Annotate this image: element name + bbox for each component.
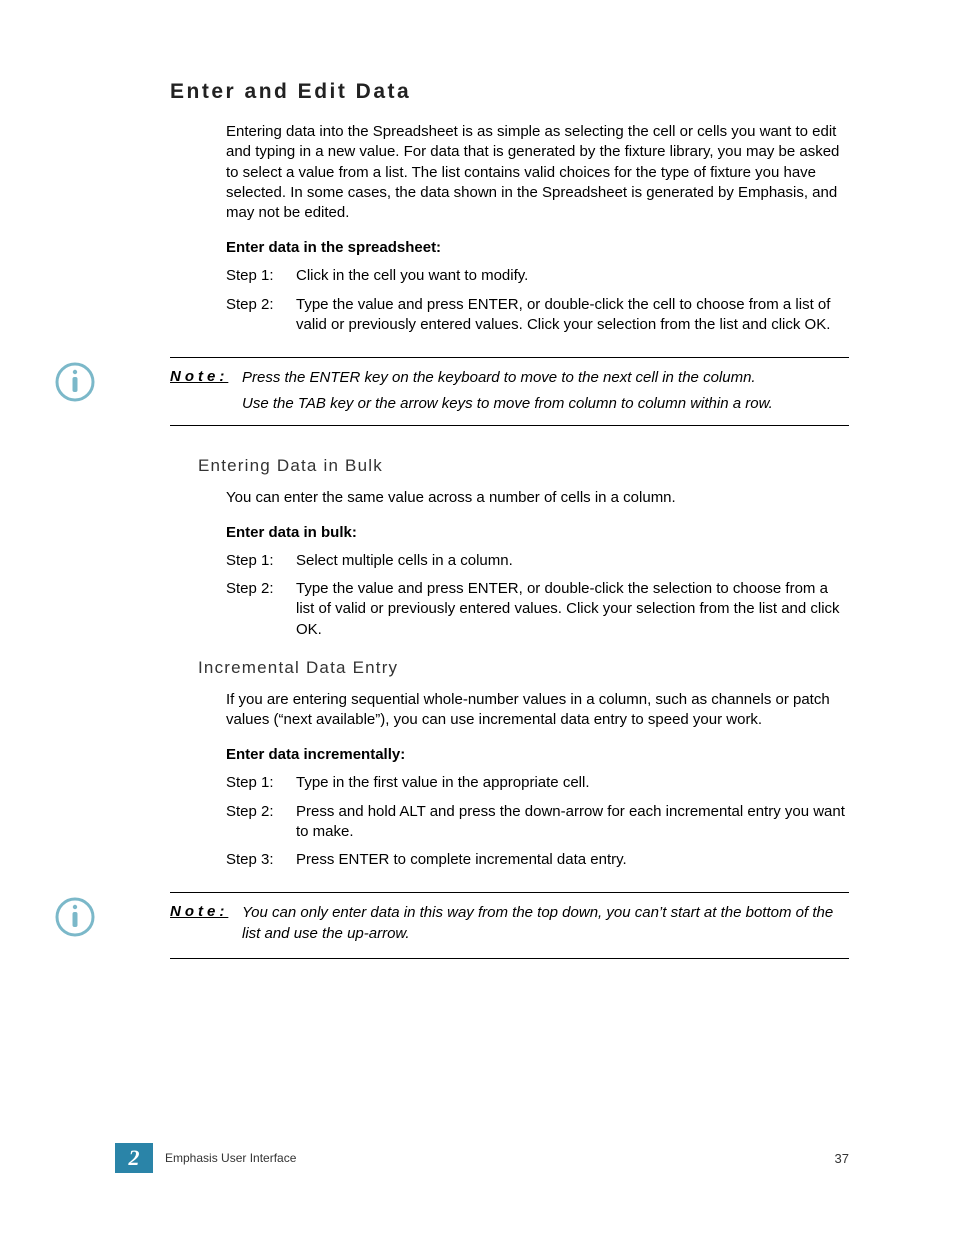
step-text: Type in the first value in the appropria… (296, 773, 849, 793)
section1-title: Enter data in the spreadsheet: (226, 239, 849, 256)
step-label: Step 1: (226, 773, 296, 793)
step-label: Step 3: (226, 850, 296, 870)
bulk-heading: Entering Data in Bulk (198, 456, 849, 476)
info-icon (55, 897, 95, 937)
step-text: Type the value and press ENTER, or doubl… (296, 579, 849, 640)
step-row: Step 1: Type in the first value in the a… (226, 773, 849, 793)
note-text: You can only enter data in this way from… (242, 903, 849, 944)
bulk-intro: You can enter the same value across a nu… (226, 488, 849, 508)
bulk-title: Enter data in bulk: (226, 524, 849, 541)
step-text: Click in the cell you want to modify. (296, 266, 849, 286)
step-row: Step 1: Click in the cell you want to mo… (226, 266, 849, 286)
note-label: Note: (170, 903, 242, 944)
step-row: Step 2: Type the value and press ENTER, … (226, 295, 849, 336)
step-label: Step 2: (226, 579, 296, 640)
step-row: Step 2: Type the value and press ENTER, … (226, 579, 849, 640)
info-icon (55, 362, 95, 402)
step-text: Press ENTER to complete incremental data… (296, 850, 849, 870)
page-footer: 2 Emphasis User Interface 37 (0, 1143, 954, 1173)
incr-title: Enter data incrementally: (226, 746, 849, 763)
note-block: Note: Press the ENTER key on the keyboar… (170, 357, 849, 426)
step-text: Press and hold ALT and press the down-ar… (296, 802, 849, 843)
note-block: Note: You can only enter data in this wa… (170, 892, 849, 959)
note-text: Press the ENTER key on the keyboard to m… (242, 368, 849, 388)
step-row: Step 2: Press and hold ALT and press the… (226, 802, 849, 843)
footer-title: Emphasis User Interface (165, 1151, 835, 1165)
chapter-badge: 2 (115, 1143, 153, 1173)
incr-intro: If you are entering sequential whole-num… (226, 690, 849, 731)
step-row: Step 1: Select multiple cells in a colum… (226, 551, 849, 571)
step-label: Step 1: (226, 551, 296, 571)
step-text: Select multiple cells in a column. (296, 551, 849, 571)
intro-paragraph: Entering data into the Spreadsheet is as… (226, 122, 849, 223)
step-row: Step 3: Press ENTER to complete incremen… (226, 850, 849, 870)
note-text: Use the TAB key or the arrow keys to mov… (242, 394, 849, 414)
page-heading: Enter and Edit Data (170, 80, 849, 104)
step-label: Step 1: (226, 266, 296, 286)
incr-heading: Incremental Data Entry (198, 658, 849, 678)
page-number: 37 (835, 1151, 849, 1166)
step-text: Type the value and press ENTER, or doubl… (296, 295, 849, 336)
step-label: Step 2: (226, 802, 296, 843)
step-label: Step 2: (226, 295, 296, 336)
note-label: Note: (170, 368, 242, 388)
